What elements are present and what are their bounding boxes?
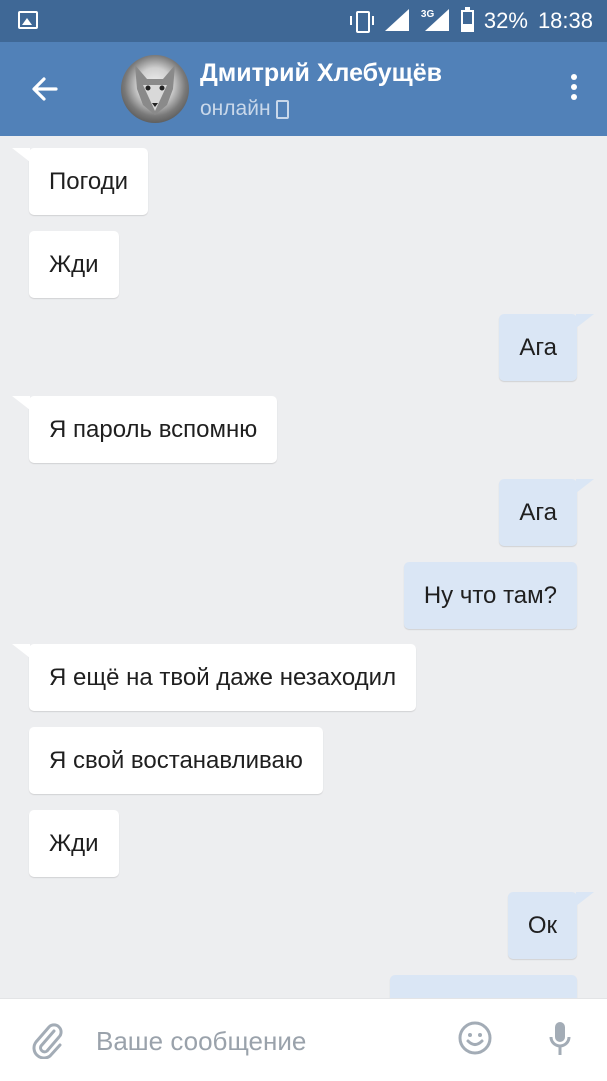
message-incoming[interactable]: Я ещё на твой даже незаходил — [11, 644, 417, 711]
mobile-icon — [275, 99, 289, 119]
message-bubble: Погоди — [11, 148, 149, 215]
contact-status: онлайн — [200, 97, 289, 121]
signal-icon — [384, 9, 411, 33]
clock: 18:38 — [537, 8, 593, 33]
message-bubble-cut-off — [390, 975, 577, 998]
message-bubble: Ага — [499, 479, 594, 546]
attach-button[interactable] — [30, 1021, 64, 1060]
battery-icon — [460, 7, 474, 32]
vibrate-icon — [349, 9, 375, 33]
paperclip-icon — [32, 1023, 63, 1060]
message-outgoing[interactable]: Ага — [499, 479, 594, 546]
message-bubble: Я пароль вспомню — [11, 396, 278, 463]
message-bubble: Ок — [507, 892, 595, 959]
avatar[interactable] — [121, 55, 189, 123]
message-outgoing[interactable]: Ок — [507, 892, 595, 959]
message-bubble: Жди — [29, 231, 119, 298]
online-status-text: онлайн — [200, 97, 271, 120]
contact-name[interactable]: Дмитрий Хлебущёв — [200, 59, 442, 88]
message-incoming[interactable]: Жди — [29, 810, 119, 877]
emoji-button[interactable] — [457, 1020, 493, 1056]
message-bubble: Я свой востанавливаю — [29, 727, 323, 794]
message-list[interactable]: Погоди Жди Ага Я пароль вспомню Ага Ну ч… — [0, 136, 607, 998]
message-bubble: Ага — [499, 314, 594, 381]
message-input[interactable]: Ваше сообщение — [96, 1019, 436, 1063]
more-options-button[interactable] — [569, 74, 579, 104]
message-bubble: Я ещё на твой даже незаходил — [11, 644, 417, 711]
message-bubble: Ну что там? — [403, 562, 577, 629]
arrow-left-icon — [32, 77, 58, 101]
status-bar: 3G 32% 18:38 — [0, 0, 607, 42]
microphone-icon — [549, 1022, 571, 1055]
message-composer: Ваше сообщение — [0, 998, 607, 1081]
message-outgoing-partial[interactable] — [390, 975, 577, 998]
wolf-avatar-image — [135, 65, 175, 115]
battery-percent: 32% — [483, 8, 528, 33]
smile-icon — [458, 1021, 492, 1055]
chat-header: Дмитрий Хлебущёв онлайн — [0, 42, 607, 136]
message-incoming[interactable]: Погоди — [11, 148, 149, 215]
message-incoming[interactable]: Я свой востанавливаю — [29, 727, 323, 794]
message-incoming[interactable]: Жди — [29, 231, 119, 298]
message-incoming[interactable]: Я пароль вспомню — [11, 396, 278, 463]
message-bubble: Жди — [29, 810, 119, 877]
more-vertical-icon — [569, 74, 579, 100]
cellular-signal-icon: 3G — [421, 9, 451, 33]
voice-message-button[interactable] — [547, 1019, 573, 1059]
message-outgoing[interactable]: Ага — [499, 314, 594, 381]
back-button[interactable] — [26, 70, 64, 108]
message-outgoing[interactable]: Ну что там? — [403, 562, 577, 629]
gallery-notification-icon — [18, 11, 38, 29]
status-indicators: 3G 32% 18:38 — [349, 0, 593, 42]
